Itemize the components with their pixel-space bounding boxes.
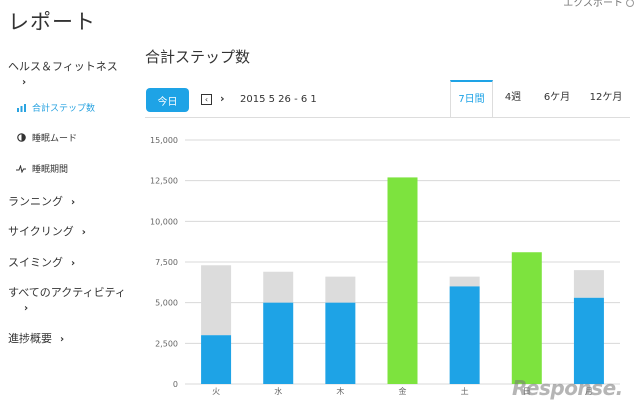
- y-tick-label: 10,000: [150, 217, 178, 226]
- x-tick-label: 火: [212, 387, 220, 396]
- goal-remainder-bar: [573, 270, 604, 298]
- steps-bar: [511, 252, 542, 384]
- steps-bar: [201, 335, 232, 384]
- steps-bar: [449, 286, 480, 384]
- y-tick-label: 12,500: [150, 177, 178, 186]
- goal-remainder-bar: [201, 265, 232, 336]
- x-tick-label: 木: [336, 386, 344, 396]
- goal-remainder-bar: [325, 276, 356, 303]
- x-tick-label: 金: [399, 386, 407, 396]
- chart-bars: [201, 177, 604, 384]
- y-tick-label: 0: [173, 380, 178, 389]
- steps-bar: [325, 302, 356, 384]
- x-tick-label: 水: [274, 386, 282, 396]
- y-axis-ticks: 0 2,500 5,000 7,500 10,000 12,500 15,000: [150, 136, 178, 389]
- steps-bar-chart: 0 2,500 5,000 7,500 10,000 12,500 15,000 火 水 木 金 土…: [150, 136, 620, 396]
- steps-bar: [573, 297, 604, 384]
- y-tick-label: 7,500: [155, 258, 178, 267]
- y-tick-label: 5,000: [155, 299, 178, 308]
- x-tick-label: 土: [461, 386, 469, 396]
- goal-remainder-bar: [263, 271, 294, 303]
- y-tick-label: 2,500: [155, 339, 178, 348]
- steps-bar: [263, 302, 294, 384]
- y-tick-label: 15,000: [150, 136, 178, 145]
- watermark: Response.: [512, 376, 623, 400]
- steps-bar: [387, 177, 418, 384]
- goal-remainder-bar: [449, 276, 480, 287]
